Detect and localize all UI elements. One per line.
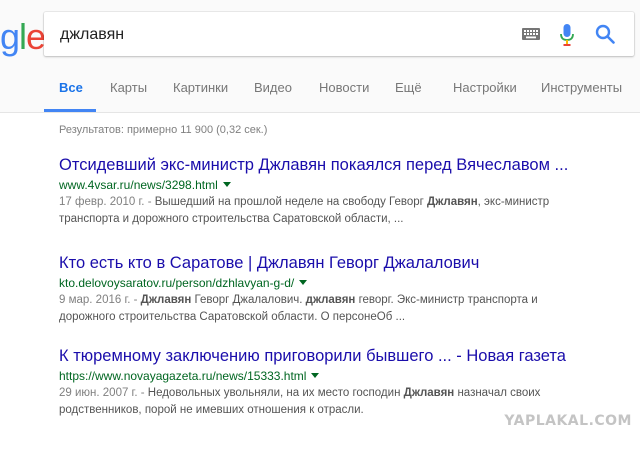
google-logo[interactable]: gle <box>0 16 46 57</box>
snippet-highlight: Джлавян <box>140 294 192 306</box>
search-result: Кто есть кто в Саратове | Джлавян Геворг… <box>59 253 619 326</box>
snippet-highlight: Джлавян <box>403 387 455 399</box>
search-result: К тюремному заключению приговорили бывше… <box>59 346 619 419</box>
result-url-text[interactable]: www.4vsar.ru/news/3298.html <box>59 178 218 192</box>
tab-more[interactable]: Ещё <box>395 79 422 97</box>
search-box <box>44 12 634 58</box>
snippet-text: Геворг Джалалович. <box>191 294 306 306</box>
result-title-link[interactable]: К тюремному заключению приговорили бывше… <box>59 346 619 366</box>
snippet-text: , экс-министр <box>477 196 550 208</box>
result-title-link[interactable]: Отсидевший экс-министр Джлавян покаялся … <box>59 155 619 175</box>
result-date: 17 февр. 2010 г. - <box>59 196 155 208</box>
result-url: www.4vsar.ru/news/3298.html <box>59 177 619 193</box>
snippet-text: Недовольных увольняли, на их место госпо… <box>147 387 404 399</box>
tab-maps[interactable]: Карты <box>110 79 147 97</box>
result-stats: Результатов: примерно 11 900 (0,32 сек.) <box>59 124 268 136</box>
tab-news[interactable]: Новости <box>319 79 369 97</box>
result-date: 29 июн. 2007 г. - <box>59 387 148 399</box>
active-tab-indicator <box>44 109 96 112</box>
snippet-text: родственников, порой не имевших отношени… <box>59 404 364 416</box>
chevron-down-icon[interactable] <box>311 373 320 378</box>
keyboard-icon[interactable] <box>522 28 540 40</box>
search-icon[interactable] <box>595 24 615 44</box>
watermark: YAPLAKAL.COM <box>504 413 632 429</box>
snippet-text: геворг. Экс-министр транспорта и <box>355 294 538 306</box>
result-date: 9 мар. 2016 г. - <box>59 294 141 306</box>
tab-videos[interactable]: Видео <box>254 79 292 97</box>
snippet-text: Вышедший на прошлой неделе на свободу Ге… <box>154 196 428 208</box>
logo-letter-e: e <box>26 16 46 57</box>
chevron-down-icon[interactable] <box>299 280 308 285</box>
header-bar: gle Все Карты Картинки Видео Ново <box>0 0 640 113</box>
tab-settings[interactable]: Настройки <box>453 79 517 97</box>
tab-images[interactable]: Картинки <box>173 79 228 97</box>
logo-letter-l: l <box>19 16 27 57</box>
result-snippet: 9 мар. 2016 г. - Джлавян Геворг Джалалов… <box>59 292 589 326</box>
snippet-highlight: Джлавян <box>427 196 478 208</box>
result-url: https://www.novayagazeta.ru/news/15333.h… <box>59 368 619 384</box>
mic-icon[interactable] <box>560 24 574 46</box>
search-tabs: Все Карты Картинки Видео Новости Ещё Нас… <box>0 79 640 112</box>
result-url-text[interactable]: kto.delovoysaratov.ru/person/dzhlavyan-g… <box>59 276 294 290</box>
search-input[interactable] <box>58 12 502 58</box>
tab-tools[interactable]: Инструменты <box>541 79 622 97</box>
chevron-down-icon[interactable] <box>222 182 231 187</box>
result-snippet: 17 февр. 2010 г. - Вышедший на прошлой н… <box>59 194 589 228</box>
result-url-text[interactable]: https://www.novayagazeta.ru/news/15333.h… <box>59 369 306 383</box>
snippet-highlight: джлавян <box>305 294 356 306</box>
logo-letter-g: g <box>0 16 20 57</box>
search-result: Отсидевший экс-министр Джлавян покаялся … <box>59 155 619 228</box>
result-title-link[interactable]: Кто есть кто в Саратове | Джлавян Геворг… <box>59 253 619 273</box>
snippet-text: транспорта и дорожного строительства Сар… <box>59 213 404 225</box>
tab-all[interactable]: Все <box>59 79 83 97</box>
snippet-text: назначал своих <box>454 387 541 399</box>
snippet-text: дорожного строительства Саратовской обла… <box>59 311 406 323</box>
result-url: kto.delovoysaratov.ru/person/dzhlavyan-g… <box>59 275 619 291</box>
